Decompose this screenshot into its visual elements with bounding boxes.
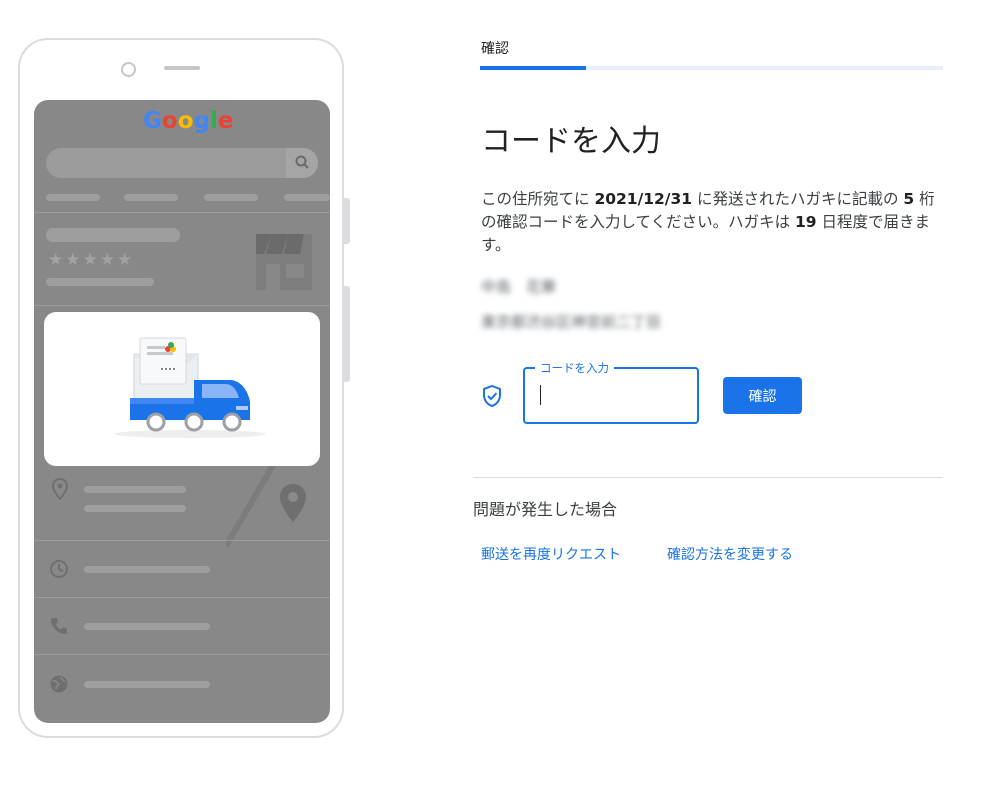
trouble-heading: 問題が発生した場合 [473,500,618,519]
postcard-illustration-card [44,312,320,466]
page-title: コードを入力 [481,124,661,159]
resend-postcard-link[interactable]: 郵送を再度リクエスト [481,544,621,564]
step-label: 確認 [481,41,509,57]
phone-text-placeholder [84,566,210,573]
delivery-days: 19 [795,213,817,231]
phone-divider [34,540,330,541]
phone-text-placeholder [84,505,186,512]
phone-divider [34,597,330,598]
clock-icon [50,560,68,578]
globe-icon [50,675,68,693]
instruction-text: この住所宛てに 2021/12/31 に発送されたハガキに記載の 5 桁の確認コ… [481,188,946,257]
phone-volume-button [344,286,350,382]
phone-text-placeholder [84,486,186,493]
code-digit-count: 5 [903,190,915,208]
location-pin-icon [52,478,68,500]
phone-camera [121,62,136,77]
instruction-part: この住所宛てに [481,190,595,208]
google-logo-letter: g [193,108,210,134]
progress-fill [480,66,587,70]
confirm-button[interactable]: 確認 [723,377,802,414]
phone-search-button [286,148,318,178]
phone-search-bar [46,148,318,178]
storefront-icon [256,234,312,290]
phone-tab-placeholder [204,194,258,201]
shield-check-icon [483,384,501,408]
change-verification-method-link[interactable]: 確認方法を変更する [667,544,793,564]
google-logo-letter: l [209,108,218,134]
map-pin-icon [280,484,306,522]
phone-tab-placeholder [46,194,100,201]
phone-text-placeholder [84,623,210,630]
instruction-part: に発送されたハガキに記載の [692,190,904,208]
phone-rating-stars: ★★★★★ [48,250,135,270]
phone-tab-placeholder [284,194,330,201]
phone-text-placeholder [84,681,210,688]
phone-text-placeholder [46,278,154,286]
google-logo-letter: o [161,108,178,134]
google-logo-letter: G [143,108,162,134]
phone-icon [51,618,67,634]
mail-truck-illustration [114,337,266,438]
phone-tab-placeholder [124,194,178,201]
google-logo: Google [143,108,233,134]
code-input-label: コードを入力 [535,360,614,376]
section-divider [473,477,943,478]
phone-divider [34,654,330,655]
address-line-1: 中島 花華 [481,278,557,296]
phone-divider [34,305,330,306]
phone-side-button [344,198,350,244]
google-logo-letter: e [217,108,234,134]
mailing-date: 2021/12/31 [594,190,693,208]
search-icon [295,155,309,169]
phone-speaker [164,66,200,70]
phone-divider [34,212,330,213]
code-input[interactable] [535,381,689,409]
google-logo-letter: o [177,108,194,134]
phone-business-name-placeholder [46,228,180,242]
text-caret [540,385,541,405]
address-line-2: 東京都渋谷区神宮前二丁目 [481,313,662,331]
